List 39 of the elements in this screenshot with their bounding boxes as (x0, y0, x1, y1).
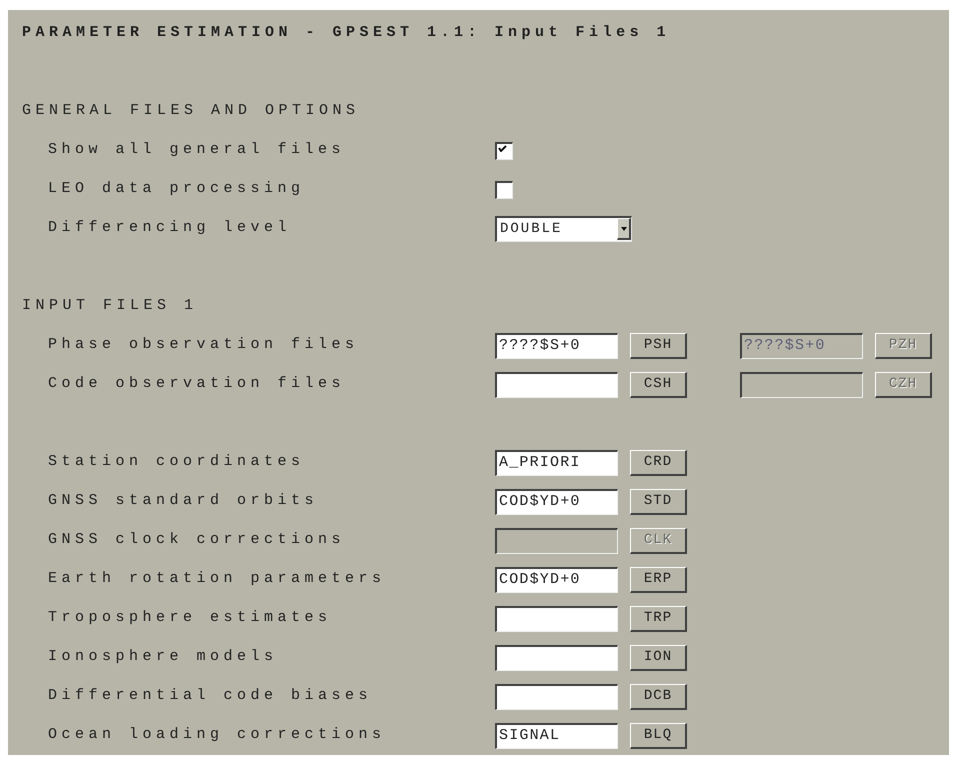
file-button[interactable]: TRP (630, 606, 687, 632)
input-field[interactable] (495, 644, 618, 670)
input-field[interactable] (495, 684, 618, 710)
field-label: Differencing level (48, 218, 292, 238)
file-button[interactable]: CSH (630, 372, 687, 398)
field-label: Differential code biases (48, 686, 374, 706)
field-label: Troposphere estimates (48, 608, 333, 628)
file-button[interactable]: CRD (630, 450, 687, 476)
caret-icon (617, 218, 631, 240)
field-label: LEO data processing (48, 179, 306, 200)
file-button[interactable]: ERP (630, 566, 687, 592)
file-button[interactable]: STD (630, 488, 687, 514)
field-label: Ionosphere models (48, 647, 279, 668)
field-label: GNSS clock corrections (48, 530, 346, 550)
input-field[interactable]: A_PRIORI (495, 450, 618, 476)
file-button[interactable]: DCB (630, 684, 687, 710)
input-field[interactable]: SIGNAL (495, 722, 618, 748)
section-heading: GENERAL FILES AND OPTIONS (22, 101, 360, 122)
input-field[interactable]: COD$YD+0 (495, 566, 618, 592)
dropdown[interactable]: DOUBLE (495, 216, 632, 242)
page-title: PARAMETER ESTIMATION - GPSEST 1.1: Input Files 1 (22, 23, 670, 44)
file-button[interactable]: BLQ (630, 722, 687, 748)
field-label: Station coordinates (48, 452, 306, 472)
field-label: GNSS standard orbits (48, 491, 320, 512)
checkbox[interactable] (495, 180, 513, 198)
field-label: Code observation files (48, 374, 346, 394)
field-label: Phase observation files (48, 335, 360, 356)
file-button[interactable]: PSH (630, 332, 687, 358)
file-button[interactable]: ION (630, 644, 687, 670)
field-label: Show all general files (48, 140, 346, 160)
checkbox[interactable] (495, 142, 513, 160)
field-label: Earth rotation parameters (48, 569, 387, 590)
field-label: Ocean loading corrections (48, 725, 387, 746)
input-field[interactable] (495, 372, 618, 398)
input-field[interactable]: COD$YD+0 (495, 488, 618, 514)
section-heading: INPUT FILES 1 (22, 296, 198, 316)
check-icon (498, 144, 507, 152)
input-field[interactable] (495, 606, 618, 632)
input-field[interactable]: ????$S+0 (495, 332, 618, 358)
